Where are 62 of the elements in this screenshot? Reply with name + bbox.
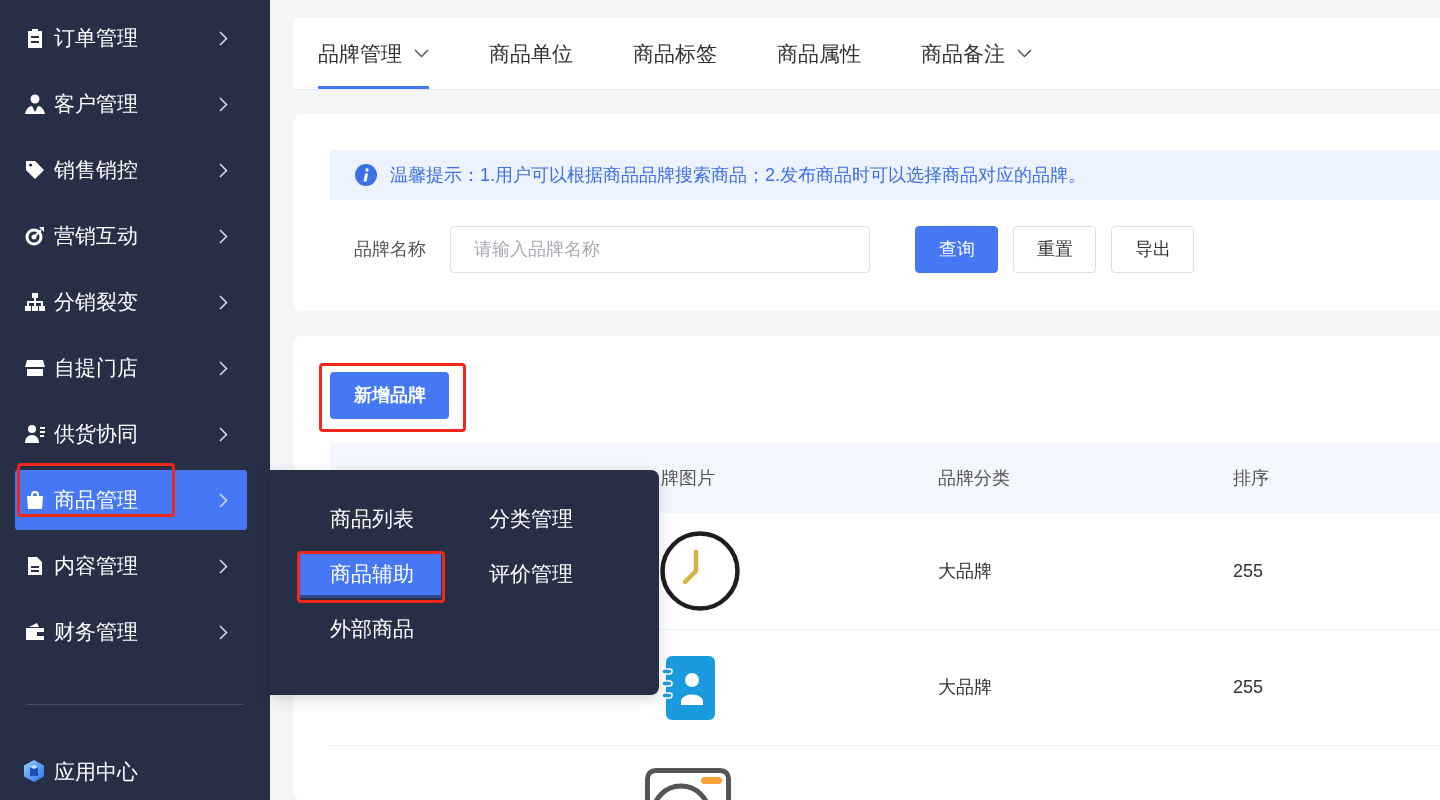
table-cell-text: 大品牌: [938, 559, 992, 583]
store-icon: [25, 358, 45, 378]
submenu-item[interactable]: 分类管理: [459, 498, 600, 543]
wallet-icon: [25, 622, 45, 642]
info-icon: [355, 164, 377, 186]
tab[interactable]: 品牌管理: [318, 18, 429, 89]
chevron-right-icon: [219, 558, 228, 574]
submenu-item[interactable]: 商品辅助: [300, 553, 441, 598]
sidebar-item[interactable]: 销售销控: [15, 140, 247, 200]
sidebar-item[interactable]: 内容管理: [15, 536, 247, 596]
chevron-right-icon: [219, 294, 228, 310]
tab[interactable]: 商品单位: [489, 18, 573, 89]
shopping-bag-icon: [25, 490, 45, 510]
contact-book-icon: [661, 655, 715, 720]
sidebar-item[interactable]: 商品管理: [15, 470, 247, 530]
chevron-right-icon: [219, 426, 228, 442]
sidebar-item[interactable]: 营销互动: [15, 206, 247, 266]
add-button[interactable]: 新增品牌: [330, 372, 449, 419]
hierarchy-icon: [25, 292, 45, 312]
chevron-right-icon: [219, 162, 228, 178]
sidebar-item[interactable]: 财务管理: [15, 602, 247, 662]
target-icon: [25, 226, 45, 246]
tab[interactable]: 商品属性: [777, 18, 861, 89]
sidebar-item[interactable]: 客户管理: [15, 74, 247, 134]
sidebar-item[interactable]: 供货协同: [15, 404, 247, 464]
chevron-down-icon: [1017, 49, 1032, 58]
chevron-right-icon: [219, 96, 228, 112]
chevron-right-icon: [219, 228, 228, 244]
document-icon: [25, 556, 45, 576]
clock-icon: [660, 531, 741, 611]
user-icon: [25, 94, 45, 114]
sidebar-item[interactable]: 自提门店: [15, 338, 247, 398]
default-button[interactable]: 重置: [1013, 226, 1096, 273]
clipboard-icon: [25, 28, 45, 48]
primary-button[interactable]: 查询: [915, 226, 998, 273]
submenu-item[interactable]: 外部商品: [300, 608, 441, 653]
submenu-item[interactable]: 商品列表: [300, 498, 441, 543]
chevron-right-icon: [219, 492, 228, 508]
brand-name-field[interactable]: 请输入品牌名称: [450, 226, 870, 273]
column-header: 品牌分类: [938, 466, 1010, 490]
default-button[interactable]: 导出: [1111, 226, 1194, 273]
chevron-right-icon: [219, 624, 228, 640]
tab[interactable]: 商品备注: [921, 18, 1032, 89]
user-list-icon: [25, 424, 45, 444]
chevron-right-icon: [219, 30, 228, 46]
table-cell-text: 255: [1233, 676, 1264, 699]
chevron-right-icon: [219, 360, 228, 376]
camera-icon: [645, 768, 731, 800]
column-header: 排序: [1233, 466, 1269, 490]
submenu-item[interactable]: 评价管理: [459, 553, 600, 598]
tab[interactable]: 商品标签: [633, 18, 717, 89]
table-cell-text: 255: [1233, 559, 1264, 583]
notice-text: 温馨提示：1.用户可以根据商品品牌搜索商品；2.发布商品时可以选择商品对应的品牌。: [390, 163, 1087, 187]
sidebar-item[interactable]: 应用中心: [15, 742, 247, 800]
column-header: 牌图片: [661, 466, 715, 490]
tag-icon: [25, 160, 45, 180]
table-cell-text: 大品牌: [938, 676, 992, 699]
sidebar-item[interactable]: 分销裂变: [15, 272, 247, 332]
chevron-down-icon: [414, 49, 429, 58]
cube-icon: [22, 759, 46, 784]
field-label: 品牌名称: [354, 238, 426, 261]
sidebar-item[interactable]: 订单管理: [15, 8, 247, 68]
